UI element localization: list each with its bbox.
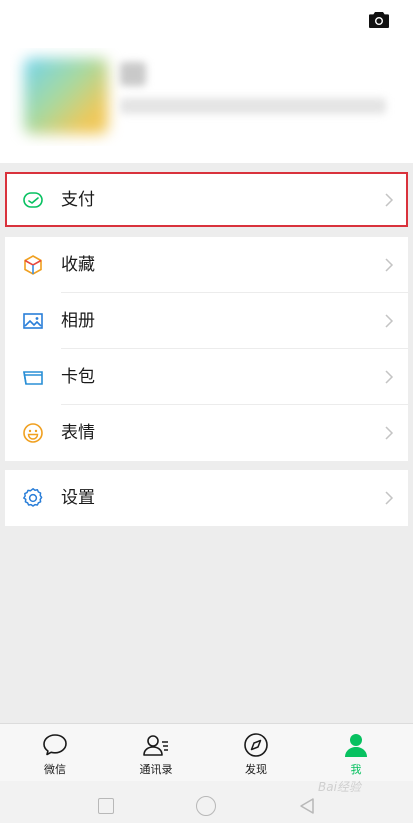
bottom-tab-bar: 微信 通讯录 发现 我 bbox=[0, 723, 413, 781]
watermark-text: Bai经验 bbox=[318, 780, 361, 794]
menu-item-label: 支付 bbox=[61, 190, 95, 210]
tab-label: 发现 bbox=[245, 763, 267, 776]
profile-card[interactable] bbox=[10, 48, 406, 146]
menu-item-label: 相册 bbox=[61, 311, 95, 331]
menu-item-pay[interactable]: 支付 bbox=[5, 172, 408, 227]
contacts-icon bbox=[142, 732, 170, 758]
tab-label: 我 bbox=[350, 763, 362, 776]
discover-icon bbox=[242, 732, 270, 758]
menu-item-favorites[interactable]: 收藏 bbox=[5, 237, 408, 293]
menu-item-card-wallet[interactable]: 卡包 bbox=[5, 349, 408, 405]
chevron-right-icon bbox=[385, 370, 394, 384]
avatar bbox=[24, 58, 108, 134]
menu-item-album[interactable]: 相册 bbox=[5, 293, 408, 349]
profile-header bbox=[0, 0, 413, 163]
pay-section: 支付 bbox=[5, 172, 408, 227]
home-button[interactable] bbox=[196, 796, 216, 816]
recent-apps-button[interactable] bbox=[98, 798, 114, 814]
tab-me[interactable]: 我 bbox=[306, 724, 406, 782]
menu-item-sticker[interactable]: 表情 bbox=[5, 405, 408, 461]
back-icon[interactable] bbox=[298, 797, 316, 815]
tab-contacts[interactable]: 通讯录 bbox=[106, 724, 206, 782]
chevron-right-icon bbox=[385, 193, 394, 207]
menu-item-label: 卡包 bbox=[61, 367, 95, 387]
settings-section: 设置 bbox=[5, 470, 408, 526]
tab-label: 通讯录 bbox=[139, 763, 173, 776]
chat-icon bbox=[41, 732, 69, 758]
favorites-icon bbox=[21, 253, 45, 277]
tab-discover[interactable]: 发现 bbox=[206, 724, 306, 782]
menu-item-label: 设置 bbox=[61, 488, 95, 508]
card-wallet-icon bbox=[21, 365, 45, 389]
gear-icon bbox=[21, 486, 45, 510]
camera-button[interactable] bbox=[366, 9, 392, 31]
album-icon bbox=[21, 309, 45, 333]
chevron-right-icon bbox=[385, 258, 394, 272]
menu-item-settings[interactable]: 设置 bbox=[5, 470, 408, 526]
chevron-right-icon bbox=[385, 491, 394, 505]
profile-id-blurred bbox=[120, 98, 386, 114]
chevron-right-icon bbox=[385, 314, 394, 328]
tab-chats[interactable]: 微信 bbox=[5, 724, 105, 782]
tab-label: 微信 bbox=[44, 763, 66, 776]
chevron-right-icon bbox=[385, 426, 394, 440]
profile-name-blurred bbox=[120, 62, 146, 86]
system-nav-bar: Bai经验 bbox=[0, 780, 413, 823]
menu-item-label: 收藏 bbox=[61, 255, 95, 275]
sticker-icon bbox=[21, 421, 45, 445]
pay-icon bbox=[21, 188, 45, 212]
me-icon bbox=[342, 732, 370, 758]
features-section: 收藏 相册 卡包 表情 bbox=[5, 237, 408, 461]
camera-icon bbox=[369, 12, 389, 28]
menu-item-label: 表情 bbox=[61, 423, 95, 443]
